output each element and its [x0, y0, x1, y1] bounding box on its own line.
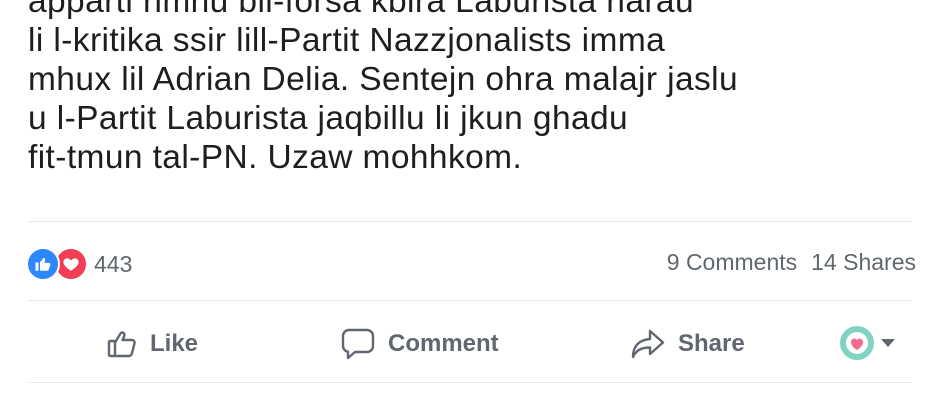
reaction-avatar-icon	[840, 326, 874, 360]
comment-label: Comment	[388, 330, 499, 357]
reactions-summary[interactable]: 443	[26, 247, 133, 281]
post-text-line: fit-tmun tal-PN. Uzaw mohhkom.	[28, 139, 523, 176]
comment-button[interactable]: Comment	[340, 318, 499, 370]
post-text-line: u l-Partit Laburista jaqbillu li jkun gh…	[28, 100, 629, 137]
divider	[28, 382, 912, 383]
facebook-post: apparti rimhu bil-forsa kbira Laburista …	[0, 0, 940, 400]
caret-down-icon	[880, 338, 896, 348]
shares-count-link[interactable]: 14 Shares	[811, 249, 916, 276]
post-text-line: li l-kritika ssir lill-Partit Nazzjonali…	[28, 22, 666, 59]
thumbs-up-icon	[106, 328, 138, 360]
share-label: Share	[678, 330, 745, 357]
post-text-line: apparti rimhu bil-forsa kbira Laburista …	[28, 0, 694, 20]
reaction-count: 443	[94, 250, 133, 277]
action-bar: Like Comment Share	[0, 318, 940, 370]
share-button[interactable]: Share	[630, 318, 745, 370]
post-text-line: mhux lil Adrian Delia. Sentejn ohra mala…	[28, 61, 739, 98]
share-arrow-icon	[630, 328, 666, 360]
divider	[28, 221, 912, 222]
like-button[interactable]: Like	[106, 318, 198, 370]
comments-count-link[interactable]: 9 Comments	[667, 249, 797, 276]
engagement-stats: 9 Comments 14 Shares	[667, 249, 916, 276]
like-reaction-icon	[26, 247, 60, 281]
reaction-selector[interactable]	[840, 326, 896, 360]
speech-bubble-icon	[340, 327, 376, 361]
divider	[28, 300, 912, 301]
post-text: apparti rimhu bil-forsa kbira Laburista …	[28, 0, 928, 177]
like-label: Like	[150, 330, 199, 357]
